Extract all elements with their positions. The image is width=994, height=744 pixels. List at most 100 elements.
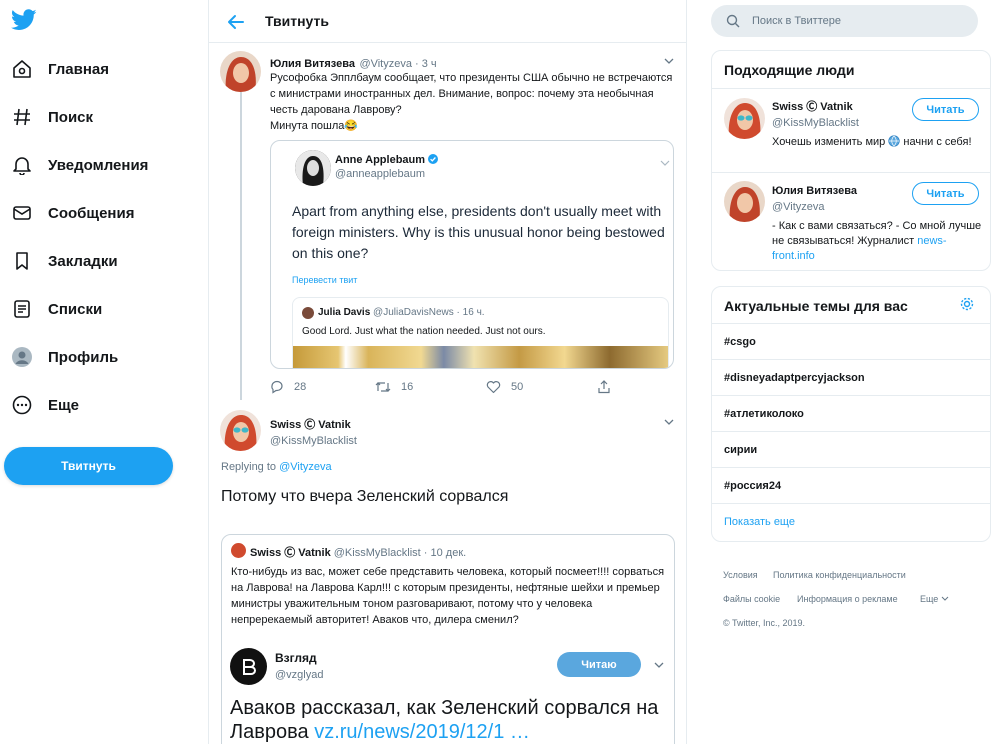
retweet-icon [375,382,391,392]
sidebar-item-bookmarks[interactable]: Закладки [11,247,118,275]
footer-link-privacy[interactable]: Политика конфиденциальности [773,570,906,580]
search-input[interactable]: Поиск в Твиттере [711,5,978,37]
follow-suggestion[interactable]: Swiss Ⓒ Vatnik @KissMyBlacklist Читать Х… [712,88,990,172]
suggestion-handle: @Vityzeva [772,201,825,213]
chevron-down-icon [654,662,664,668]
quoted-author-name: Swiss Ⓒ Vatnik [250,547,331,559]
embed-author-name: Anne Applebaum [335,154,426,166]
sidebar-item-more[interactable]: Еще [11,391,79,419]
source-handle: @vzglyad [275,669,324,681]
back-arrow-icon[interactable] [226,12,246,32]
verified-badge-icon [428,154,439,167]
quoted-author-handle: @KissMyBlacklist · 10 дек. [333,547,467,559]
source-headline: Аваков рассказал, как Зеленский сорвался… [230,696,670,744]
suggestion-handle: @KissMyBlacklist [772,117,859,129]
author-handle[interactable]: @KissMyBlacklist [270,433,357,449]
embed-header: Anne Applebaum @anneapplebaum [335,154,439,180]
right-sidebar: Поиск в Твиттере Подходящие люди Swiss Ⓒ… [687,0,994,744]
source-name: Взгляд [275,651,317,665]
who-to-follow-panel: Подходящие люди Swiss Ⓒ Vatnik @KissMyBl… [711,50,991,271]
sidebar-item-label: Еще [48,396,80,414]
quote-photo [293,346,668,368]
source-author: Взгляд @vzglyad [275,650,323,684]
like-count: 50 [511,381,524,393]
show-more-link[interactable]: Показать еще [712,503,990,539]
bell-icon [11,154,33,176]
author-handle[interactable]: @Vityzeva · 3 ч [359,58,436,70]
replying-handle-link[interactable]: @Vityzeva [279,461,332,473]
gear-icon[interactable] [959,296,975,317]
follow-suggestion[interactable]: Юлия Витязева @Vityzeva Читать - Как с в… [712,172,990,270]
copyright: © Twitter, Inc., 2019. [723,618,806,628]
trend-item[interactable]: сирии [712,431,990,467]
suggestion-bio: Хочешь изменить мир начни с себя! [772,135,982,152]
share-button[interactable] [597,380,621,394]
sidebar-item-lists[interactable]: Списки [11,295,102,323]
tweet-body-line2: Минута пошла😂 [270,120,359,132]
sidebar-item-label: Поиск [48,108,94,126]
who-to-follow-title: Подходящие люди [724,62,855,78]
main-column: Твитнуть Юлия Витязева @Vityzeva · 3 ч Р… [208,0,687,744]
thread-line [240,92,242,400]
footer-more[interactable]: Еще [920,594,949,604]
search-icon [726,14,740,33]
suggestion-name: Swiss Ⓒ Vatnik [772,101,853,113]
follow-button[interactable]: Читать [912,98,979,121]
follow-button[interactable]: Читать [912,182,979,205]
bio-text: - Как с вами связаться? - Со мной лучше … [772,220,982,247]
tweet-button[interactable]: Твитнуть [4,447,173,485]
sidebar-item-profile[interactable]: Профиль [11,343,118,371]
like-button[interactable]: 50 [486,380,523,394]
trend-item[interactable]: #атлетиколоко [712,395,990,431]
bio-text-2: начни с себя! [903,136,972,148]
heart-icon [486,381,501,394]
author-name[interactable]: Swiss Ⓒ Vatnik [270,417,357,433]
sidebar-item-explore[interactable]: Поиск [11,103,93,131]
suggestion-info: Юлия Витязева @Vityzeva [772,183,857,215]
twitter-logo-icon[interactable] [10,9,37,31]
sidebar-nav: Главная Поиск Уведомления Сообщения Закл… [0,0,208,744]
sidebar-item-label: Профиль [48,348,119,366]
sidebar-item-notifications[interactable]: Уведомления [11,151,148,179]
quote-avatar [302,307,314,319]
replying-label: Replying to [221,461,277,473]
sidebar-item-home[interactable]: Главная [11,55,109,83]
quoted-tweet[interactable]: Swiss Ⓒ Vatnik @KissMyBlacklist · 10 дек… [221,534,675,744]
retweet-button[interactable]: 16 [375,380,413,394]
tweet-text: Русофобка Эпплбаум сообщает, что президе… [270,70,675,134]
list-icon [11,298,33,320]
suggestion-bio: - Как с вами связаться? - Со мной лучше … [772,219,982,264]
footer-link-cookies[interactable]: Файлы cookie [723,594,780,604]
chevron-down-icon[interactable] [664,418,674,426]
headline-link: vz.ru/news/2019/12/1 … [314,721,530,743]
chevron-down-icon[interactable] [664,57,674,65]
quote-author-name: Julia Davis [318,307,371,318]
quote-author-handle: @JuliaDavisNews · 16 ч. [373,307,485,318]
author-name[interactable]: Юлия Витязева [270,58,355,70]
trend-item[interactable]: #disneyadaptpercyjackson [712,359,990,395]
quoted-text: Кто-нибудь из вас, может себе представит… [231,566,665,626]
embed-text: Apart from anything else, presidents don… [292,203,665,261]
sidebar-item-label: Списки [48,300,103,318]
embed-avatar [295,150,331,186]
retweet-count: 16 [401,381,414,393]
suggestion-name: Юлия Витязева [772,185,857,197]
reply-button[interactable]: 28 [270,380,306,394]
bio-text: Хочешь изменить мир [772,136,886,148]
sidebar-item-messages[interactable]: Сообщения [11,199,134,227]
avatar[interactable] [220,51,261,92]
trend-item[interactable]: #россия24 [712,467,990,503]
replying-to: Replying to @Vityzeva [221,461,332,473]
trends-title: Актуальные темы для вас [724,298,908,314]
quote-text: Good Lord. Just what the nation needed. … [302,326,546,337]
more-icon [11,394,33,416]
trend-item[interactable]: #csgo [712,323,990,359]
avatar[interactable] [220,410,261,451]
app-root: Главная Поиск Уведомления Сообщения Закл… [0,0,994,744]
quoted-avatar [231,543,246,558]
footer-link-terms[interactable]: Условия [723,570,758,580]
bookmark-icon [11,250,33,272]
vzglyad-logo-icon [230,648,267,685]
footer-link-ads[interactable]: Информация о рекламе [797,594,898,604]
embedded-image[interactable]: Anne Applebaum @anneapplebaum Apart from… [270,140,674,369]
